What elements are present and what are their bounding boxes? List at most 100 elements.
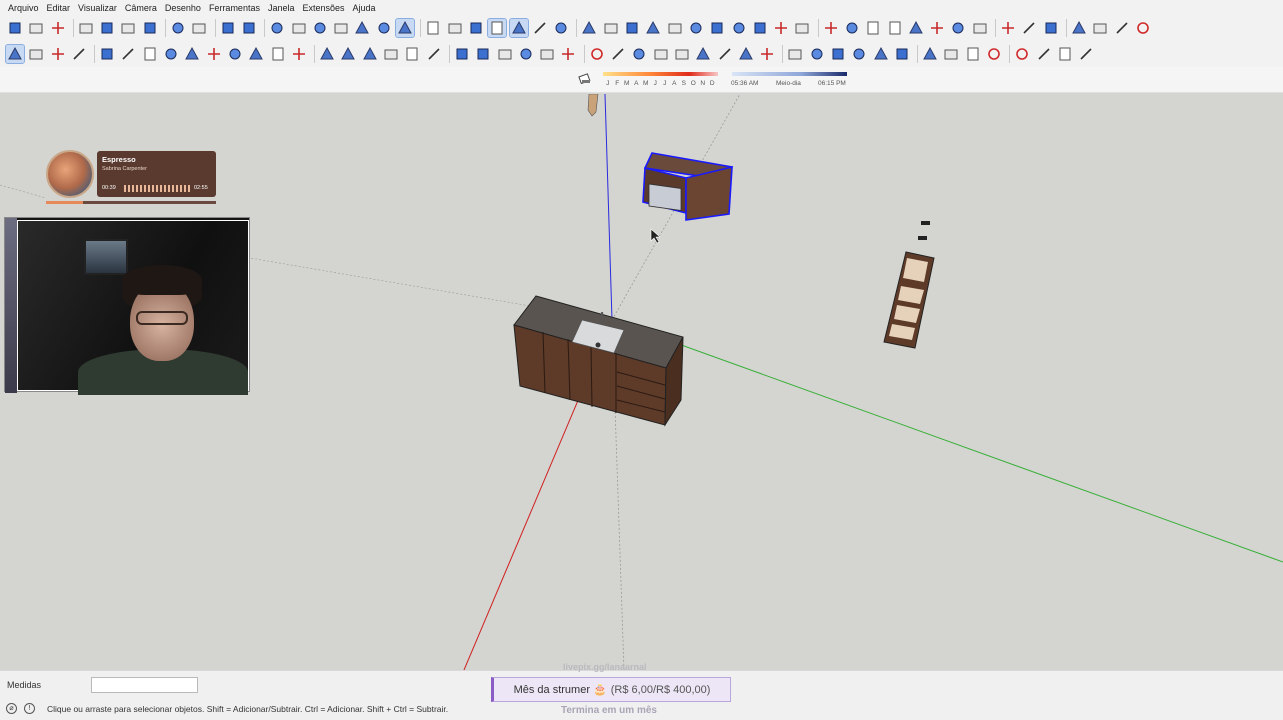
redo-icon[interactable] <box>190 19 208 37</box>
menu-camera[interactable]: Câmera <box>121 3 161 13</box>
hidden-line-icon[interactable] <box>580 19 598 37</box>
section-cut-icon[interactable] <box>708 19 726 37</box>
pie-icon[interactable] <box>290 45 308 63</box>
dynamic-component-icon[interactable] <box>872 45 890 63</box>
fog-icon[interactable] <box>949 19 967 37</box>
dimension-tool-icon[interactable] <box>1056 45 1074 63</box>
shaded-textures-icon[interactable] <box>623 19 641 37</box>
intersect-icon[interactable] <box>985 45 1003 63</box>
solid-subtract-icon[interactable] <box>942 45 960 63</box>
paint-bucket-icon[interactable] <box>49 45 67 63</box>
position-camera-icon[interactable] <box>716 45 734 63</box>
circle-icon[interactable] <box>183 45 201 63</box>
cut-icon[interactable] <box>77 19 95 37</box>
menu-ajuda[interactable]: Ajuda <box>349 3 380 13</box>
next-view-icon[interactable] <box>829 45 847 63</box>
scale-icon[interactable] <box>403 45 421 63</box>
menu-visualizar[interactable]: Visualizar <box>74 3 121 13</box>
follow-me-icon[interactable] <box>382 45 400 63</box>
add-detail-icon[interactable] <box>673 45 691 63</box>
delete-icon[interactable] <box>141 19 159 37</box>
print-icon[interactable] <box>219 19 237 37</box>
soften-icon[interactable] <box>999 19 1017 37</box>
back-edges-icon[interactable] <box>531 19 549 37</box>
component-icon[interactable] <box>27 45 45 63</box>
menu-arquivo[interactable]: Arquivo <box>4 3 43 13</box>
freehand-icon[interactable] <box>119 45 137 63</box>
match-photo-icon[interactable] <box>971 19 989 37</box>
layout-icon[interactable] <box>822 19 840 37</box>
left-view-icon[interactable] <box>375 19 393 37</box>
look-around-icon[interactable] <box>737 45 755 63</box>
arc-icon[interactable] <box>226 45 244 63</box>
model-info-icon[interactable] <box>240 19 258 37</box>
orbit-icon[interactable] <box>424 19 442 37</box>
interact-icon[interactable] <box>893 45 911 63</box>
text-icon[interactable] <box>517 45 535 63</box>
measurements-input[interactable] <box>91 677 198 693</box>
geolocation-status-icon[interactable]: ⌀ <box>6 703 17 714</box>
date-slider[interactable] <box>603 72 718 76</box>
rotate-icon[interactable] <box>361 45 379 63</box>
rotated-rect-icon[interactable] <box>162 45 180 63</box>
menu-desenho[interactable]: Desenho <box>161 3 205 13</box>
drape-icon[interactable] <box>652 45 670 63</box>
info-icon[interactable] <box>1091 19 1109 37</box>
section-plane-icon[interactable] <box>666 19 684 37</box>
materials-icon[interactable] <box>864 19 882 37</box>
open-file-icon[interactable] <box>27 19 45 37</box>
section-display-icon[interactable] <box>687 19 705 37</box>
menu-editar[interactable]: Editar <box>43 3 75 13</box>
protractor-icon[interactable] <box>496 45 514 63</box>
zoom-icon[interactable] <box>467 19 485 37</box>
flip-edge-icon[interactable] <box>694 45 712 63</box>
push-pull-icon[interactable] <box>339 45 357 63</box>
select-icon[interactable] <box>5 44 25 64</box>
monochrome-icon[interactable] <box>644 19 662 37</box>
offset-icon[interactable] <box>425 45 443 63</box>
outliner-icon[interactable] <box>1020 19 1038 37</box>
paste-icon[interactable] <box>119 19 137 37</box>
undo-icon[interactable] <box>169 19 187 37</box>
xray-icon[interactable] <box>508 18 529 38</box>
components-icon[interactable] <box>843 19 861 37</box>
3d-text-icon[interactable] <box>559 45 577 63</box>
wireframe-icon[interactable] <box>552 19 570 37</box>
new-file-icon[interactable] <box>6 19 24 37</box>
layers-icon[interactable] <box>1042 19 1060 37</box>
zoom-extents-icon[interactable] <box>487 18 508 38</box>
curve-icon[interactable] <box>1035 45 1053 63</box>
smoove-icon[interactable] <box>609 45 627 63</box>
cart-icon[interactable] <box>1113 19 1131 37</box>
back-view-icon[interactable] <box>353 19 371 37</box>
axes-icon[interactable] <box>538 45 556 63</box>
stamp-icon[interactable] <box>630 45 648 63</box>
iso-view-icon[interactable] <box>268 19 286 37</box>
top-view-icon[interactable] <box>290 19 308 37</box>
eraser-icon[interactable] <box>70 45 88 63</box>
time-slider[interactable] <box>732 72 847 76</box>
save-icon[interactable] <box>49 19 67 37</box>
marquee-icon[interactable] <box>1077 45 1095 63</box>
three-point-arc-icon[interactable] <box>269 45 287 63</box>
zoom-window-icon[interactable] <box>786 45 804 63</box>
copy-icon[interactable] <box>98 19 116 37</box>
tape-measure-icon[interactable] <box>453 45 471 63</box>
solid-union-icon[interactable] <box>921 45 939 63</box>
shadows-icon[interactable] <box>928 19 946 37</box>
bottom-view-icon[interactable] <box>395 18 416 38</box>
scenes-icon[interactable] <box>907 19 925 37</box>
dimension-icon[interactable] <box>474 45 492 63</box>
instructor-info-icon[interactable]: ! <box>24 703 35 714</box>
sandbox-icon[interactable] <box>588 45 606 63</box>
geolocate-icon[interactable] <box>730 19 748 37</box>
extension-manager-icon[interactable] <box>1070 19 1088 37</box>
account-icon[interactable] <box>1134 19 1152 37</box>
right-view-icon[interactable] <box>332 19 350 37</box>
menu-ferramentas[interactable]: Ferramentas <box>205 3 264 13</box>
line-icon[interactable] <box>98 45 116 63</box>
solid-trim-icon[interactable] <box>964 45 982 63</box>
shadow-toggle-icon[interactable] <box>578 72 592 86</box>
walk-icon[interactable] <box>758 45 776 63</box>
pan-icon[interactable] <box>446 19 464 37</box>
